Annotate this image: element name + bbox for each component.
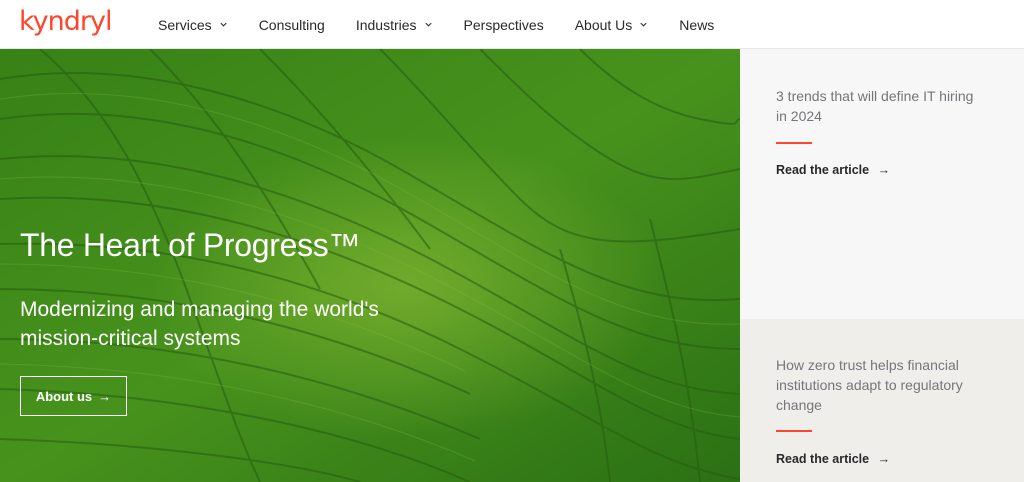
nav-industries-label: Industries xyxy=(355,16,417,33)
kyndryl-logo[interactable]: kyndryl xyxy=(19,6,112,37)
nav-industries[interactable]: Industries xyxy=(356,17,433,33)
accent-divider xyxy=(776,142,812,144)
hero-banner: The Heart of Progress™ Modernizing and m… xyxy=(0,49,740,482)
about-us-button-label: About us xyxy=(35,388,93,404)
about-us-button[interactable]: About us → xyxy=(20,376,127,416)
nav-news-label: News xyxy=(679,16,715,33)
arrow-right-icon: → xyxy=(98,388,112,404)
hero-subtitle: Modernizing and managing the world's mis… xyxy=(20,298,379,350)
main-nav: Services Consulting Industries Perspecti… xyxy=(158,0,745,49)
nav-consulting-label: Consulting xyxy=(258,16,325,33)
read-article-link-label: Read the article xyxy=(776,452,870,466)
nav-about-us[interactable]: About Us xyxy=(575,17,649,33)
nav-about-us-label: About Us xyxy=(574,16,633,33)
article-card[interactable]: How zero trust helps financial instituti… xyxy=(740,319,1024,482)
article-card-title: 3 trends that will define IT hiring in 2… xyxy=(776,88,974,124)
read-article-link-label: Read the article xyxy=(776,163,870,177)
nav-consulting[interactable]: Consulting xyxy=(259,17,325,33)
chevron-down-icon xyxy=(220,22,227,27)
nav-services-label: Services xyxy=(158,16,212,33)
nav-perspectives[interactable]: Perspectives xyxy=(464,17,544,33)
article-card[interactable]: 3 trends that will define IT hiring in 2… xyxy=(740,49,1024,319)
site-header: kyndryl Services Consulting Industries P… xyxy=(0,0,1024,49)
nav-services[interactable]: Services xyxy=(158,17,228,33)
nav-perspectives-label: Perspectives xyxy=(463,16,544,33)
chevron-down-icon xyxy=(424,22,432,27)
read-article-link[interactable]: Read the article → xyxy=(776,452,890,466)
hero-title: The Heart of Progress™ xyxy=(20,227,361,263)
logo-wordmark: kyndryl xyxy=(19,6,112,37)
arrow-right-icon: → xyxy=(877,163,891,177)
chevron-down-icon xyxy=(640,22,647,27)
accent-divider xyxy=(776,430,812,432)
read-article-link[interactable]: Read the article → xyxy=(776,163,890,177)
nav-news[interactable]: News xyxy=(679,17,714,33)
arrow-right-icon: → xyxy=(877,452,891,466)
article-card-title: How zero trust helps financial instituti… xyxy=(776,357,963,413)
hero-background-image xyxy=(0,49,740,482)
